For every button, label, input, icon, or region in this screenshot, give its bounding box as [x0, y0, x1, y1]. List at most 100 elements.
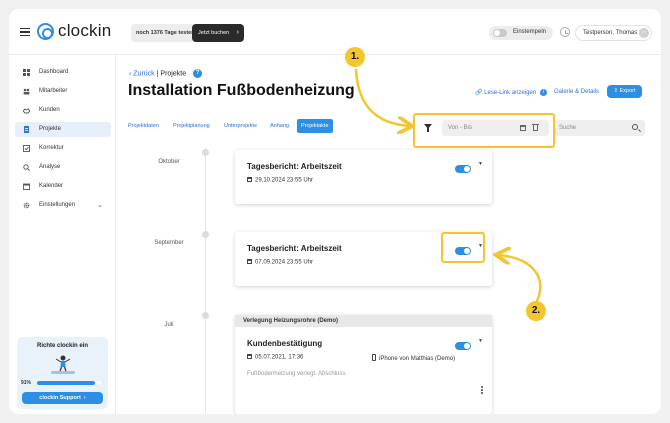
card-title: Kundenbestätigung: [247, 339, 323, 348]
help-icon[interactable]: ?: [193, 69, 203, 78]
toggle-highlight-box: [441, 232, 485, 263]
timeline-dot: [202, 312, 209, 319]
sidebar-item-label: Projekte: [39, 126, 62, 132]
card-date-text: 29.10.2024 23:55 Uhr: [255, 177, 314, 184]
sidebar-item-label: Dashboard: [39, 69, 69, 75]
top-bar: clockin noch 1376 Tage testen Jetzt buch…: [9, 9, 661, 55]
sidebar-item-label: Korrektur: [39, 145, 64, 151]
sidebar-item-settings[interactable]: Einstellungen ⌄: [15, 198, 111, 213]
app-logo-text: clockin: [58, 21, 112, 40]
filter-highlight-box: [413, 113, 555, 148]
card-device-text: iPhone von Matthias (Demo): [379, 356, 456, 362]
breadcrumb-current: Projekte: [160, 70, 187, 78]
read-link-label: Lese-Link anzeigen: [484, 90, 537, 97]
clockin-logo-icon: [37, 23, 54, 40]
export-button-label: Export: [619, 88, 636, 94]
history-icon[interactable]: [560, 27, 570, 37]
back-link-label: Zurück: [133, 70, 155, 78]
employees-icon: [23, 88, 30, 95]
app-window: clockin noch 1376 Tage testen Jetzt buch…: [9, 9, 661, 414]
timeline-line: [205, 147, 206, 414]
support-button[interactable]: clockin Support ›: [22, 392, 103, 404]
sidebar-item-label: Kalender: [39, 183, 64, 189]
back-link[interactable]: ‹ Zurück: [129, 70, 155, 77]
month-label: September: [154, 240, 184, 246]
tab-project-data[interactable]: Projektdaten: [128, 119, 159, 133]
caret-down-icon[interactable]: ▼: [478, 338, 483, 344]
sidebar-item-label: Mitarbeiter: [39, 88, 68, 94]
sidebar-item-analysis[interactable]: Analyse: [15, 160, 111, 175]
sidebar-item-label: Analyse: [39, 164, 61, 170]
chevron-down-icon: ⌄: [97, 202, 103, 209]
sidebar-item-label: Einstellungen: [39, 202, 76, 208]
card-device: iPhone von Matthias (Demo): [372, 354, 455, 362]
correction-icon: [23, 145, 30, 152]
card-title: Tagesbericht: Arbeitszeit: [247, 162, 342, 171]
month-label: Juli: [164, 322, 174, 328]
analysis-icon: [23, 164, 30, 171]
sidebar-item-calendar[interactable]: Kalender: [15, 179, 111, 194]
card-description: Fußbodenheizung verlegt. Abschluss.: [247, 371, 348, 377]
read-link[interactable]: 🔗 Lese-Link anzeigen i: [475, 89, 547, 96]
timeline-dot: [202, 231, 209, 238]
breadcrumb: ‹ Zurück | Projekte ?: [129, 69, 203, 78]
sidebar-item-employees[interactable]: Mitarbeiter: [15, 84, 111, 99]
setup-progress-fill: [37, 381, 96, 385]
person-illustration-icon: [51, 355, 75, 374]
sidebar: Dashboard Mitarbeiter Kunden Projekte Ko…: [9, 55, 116, 414]
card-date-text: 05.07.2021, 17:36: [255, 354, 304, 361]
user-menu[interactable]: Testperson, Thomas TT: [575, 25, 652, 41]
more-options-icon[interactable]: [481, 386, 483, 388]
visibility-toggle[interactable]: [455, 165, 471, 173]
chevron-right-icon: ›: [236, 29, 239, 36]
search-icon[interactable]: [632, 124, 638, 130]
card-date-text: 07.09.2024 23:55 Uhr: [255, 259, 314, 266]
annotation-badge-2: 2.: [526, 301, 546, 321]
timeline-card[interactable]: Verlegung Heizungsrohre (Demo) Kundenbes…: [235, 315, 492, 414]
support-button-label: clockin Support: [39, 395, 81, 401]
clock-in-toggle[interactable]: Einstempeln: [489, 26, 553, 40]
setup-progress-bar: [37, 381, 101, 385]
search-input[interactable]: Suche: [555, 120, 645, 136]
sidebar-item-dashboard[interactable]: Dashboard: [15, 65, 111, 80]
avatar: TT: [639, 28, 649, 38]
annotation-badge-1: 1.: [345, 47, 365, 67]
book-now-label: Jetzt buchen: [198, 30, 230, 36]
timeline-dot: [202, 149, 209, 156]
sidebar-item-label: Kunden: [39, 107, 60, 113]
tab-project-file[interactable]: Projektakte: [297, 119, 333, 133]
clock-in-label: Einstempeln: [513, 29, 547, 35]
calendar-icon: [247, 259, 252, 264]
sidebar-item-projects[interactable]: Projekte: [15, 122, 111, 137]
calendar-icon: [247, 354, 252, 359]
hamburger-menu-icon[interactable]: [20, 28, 30, 36]
user-name: Testperson, Thomas: [583, 30, 638, 36]
card-date: 05.07.2021, 17:36: [247, 354, 303, 361]
tab-attachments[interactable]: Anhang: [270, 119, 289, 133]
setup-promo-card: Richte clockin ein 91% clockin Support ›: [17, 337, 108, 409]
card-title: Tagesbericht: Arbeitszeit: [247, 244, 342, 253]
tab-subprojects[interactable]: Unterprojekte: [224, 119, 257, 133]
caret-down-icon[interactable]: ▼: [478, 161, 483, 167]
tab-project-planning[interactable]: Projektplanung: [173, 119, 210, 133]
visibility-toggle[interactable]: [455, 342, 471, 350]
book-now-button[interactable]: Jetzt buchen ›: [192, 24, 244, 42]
promo-title: Richte clockin ein: [36, 343, 88, 349]
upload-icon: ⇪: [613, 88, 619, 94]
clock-in-switch[interactable]: [493, 29, 507, 37]
calendar-icon: [247, 177, 252, 182]
page-title: Installation Fußbodenheizung: [128, 82, 355, 99]
sidebar-item-correction[interactable]: Korrektur: [15, 141, 111, 156]
sidebar-item-customers[interactable]: Kunden: [15, 103, 111, 118]
gallery-details-link[interactable]: Galerie & Details: [554, 89, 599, 95]
info-icon[interactable]: i: [539, 89, 547, 96]
export-button[interactable]: ⇪ Export: [607, 85, 642, 98]
search-placeholder: Suche: [559, 125, 577, 131]
timeline-card[interactable]: Tagesbericht: Arbeitszeit 29.10.2024 23:…: [235, 150, 492, 204]
card-date: 29.10.2024 23:55 Uhr: [247, 177, 313, 184]
customers-icon: [23, 108, 30, 114]
phone-icon: [372, 354, 376, 361]
card-date: 07.09.2024 23:55 Uhr: [247, 259, 313, 266]
projects-icon: [24, 126, 29, 133]
card-subproject-header: Verlegung Heizungsrohre (Demo): [235, 315, 492, 327]
